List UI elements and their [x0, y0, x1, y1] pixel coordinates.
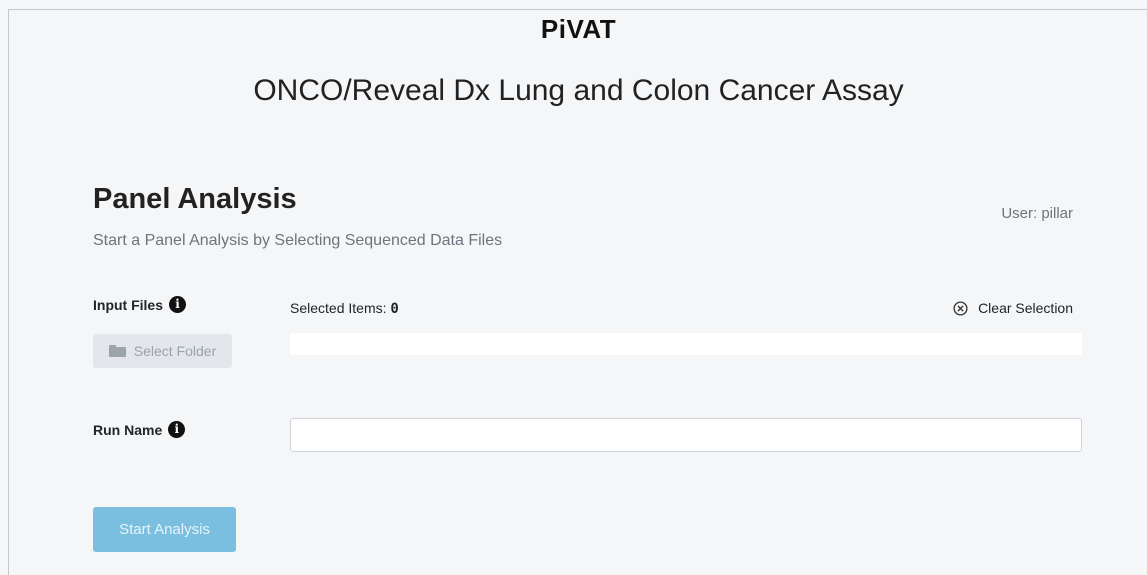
page-subtitle: Start a Panel Analysis by Selecting Sequ…: [93, 232, 503, 249]
assay-title: ONCO/Reveal Dx Lung and Colon Cancer Ass…: [253, 74, 904, 107]
selected-files-list[interactable]: [290, 333, 1082, 355]
run-name-label-text: Run Name: [93, 421, 163, 438]
user-label: User: pillar: [1001, 205, 1073, 222]
input-files-label-text: Input Files: [93, 296, 163, 313]
start-analysis-button[interactable]: Start Analysis: [93, 507, 236, 552]
selected-items-label: Selected Items:: [290, 300, 387, 316]
selected-items-counter: Selected Items: 0: [290, 300, 399, 317]
select-folder-label: Select Folder: [133, 343, 217, 359]
run-name-input[interactable]: [290, 418, 1082, 452]
page-title: Panel Analysis: [93, 183, 297, 215]
folder-icon: [108, 345, 126, 357]
info-icon[interactable]: i: [169, 296, 186, 313]
run-name-label: Run Name i: [93, 421, 186, 438]
app-logo: PiVAT: [540, 14, 617, 44]
clear-selection-label: Clear Selection: [978, 300, 1073, 316]
app-window: PiVAT ONCO/Reveal Dx Lung and Colon Canc…: [8, 9, 1147, 575]
select-folder-button[interactable]: Select Folder: [93, 334, 232, 368]
clear-selection-button[interactable]: Clear Selection: [953, 300, 1073, 316]
selected-items-count: 0: [390, 301, 399, 317]
input-files-label: Input Files i: [93, 296, 186, 313]
info-icon[interactable]: i: [168, 421, 186, 438]
circle-x-icon: [953, 300, 968, 316]
